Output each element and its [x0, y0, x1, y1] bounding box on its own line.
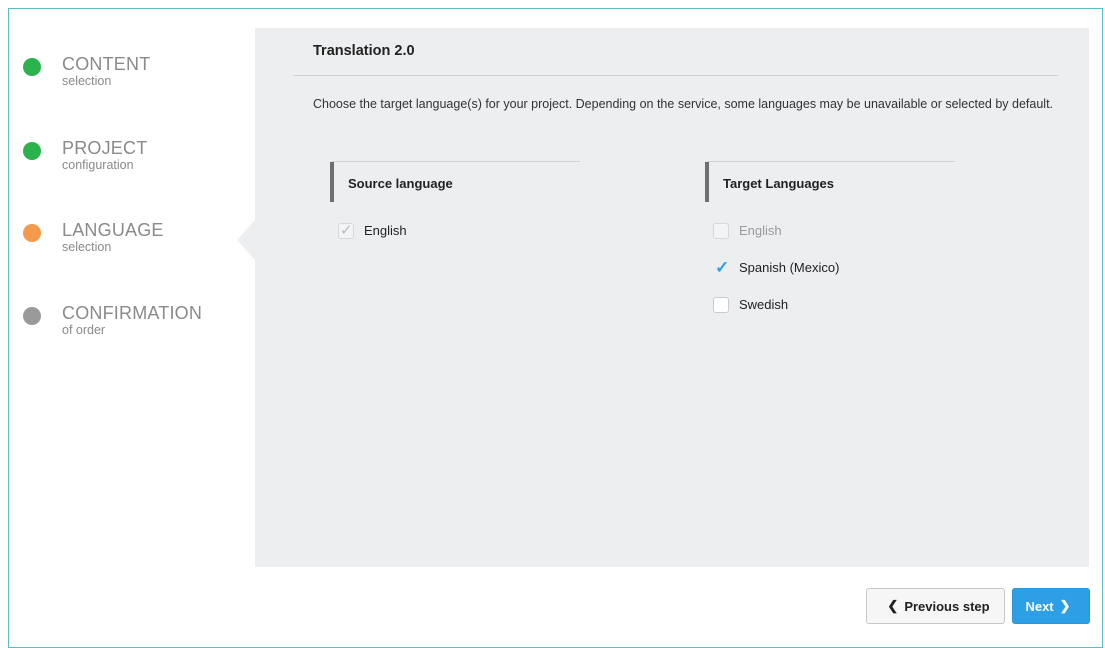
- step-project[interactable]: PROJECT configuration: [23, 137, 147, 172]
- option-label[interactable]: Swedish: [739, 297, 788, 312]
- step-title: CONTENT: [62, 54, 151, 74]
- check-icon: ✓: [340, 221, 353, 239]
- source-language-heading: Source language: [330, 162, 580, 202]
- previous-step-label: Previous step: [904, 598, 990, 614]
- target-languages-column: Target Languages English ✓ Spanish (Mexi…: [705, 161, 955, 323]
- target-option-swedish[interactable]: Swedish: [707, 286, 955, 323]
- step-subtitle: of order: [62, 323, 106, 337]
- wizard-frame: CONTENT selection PROJECT configuration …: [8, 8, 1103, 648]
- step-title: PROJECT: [62, 138, 148, 158]
- step-status-dot: [23, 224, 41, 242]
- next-label: Next: [1025, 598, 1054, 614]
- chevron-left-icon: ❮: [887, 598, 899, 613]
- step-confirmation[interactable]: CONFIRMATION of order: [23, 302, 202, 337]
- target-languages-heading: Target Languages: [705, 162, 955, 202]
- step-status-dot: [23, 58, 41, 76]
- target-option-english: English: [707, 212, 955, 249]
- step-content[interactable]: CONTENT selection: [23, 53, 150, 88]
- checkbox: ✓: [338, 221, 354, 239]
- option-label: English: [739, 223, 782, 238]
- source-option-english: ✓ English: [332, 212, 580, 249]
- step-title: CONFIRMATION: [62, 303, 203, 323]
- step-title: LANGUAGE: [62, 220, 164, 240]
- checkbox[interactable]: [713, 296, 729, 313]
- step-subtitle: configuration: [62, 158, 134, 172]
- step-status-dot: [23, 307, 41, 325]
- previous-step-button[interactable]: ❮ Previous step: [866, 588, 1005, 624]
- steps-sidebar: CONTENT selection PROJECT configuration …: [9, 9, 255, 647]
- chevron-right-icon: ❯: [1059, 598, 1071, 613]
- source-language-column: Source language ✓ English: [330, 161, 580, 249]
- step-subtitle: selection: [62, 74, 112, 88]
- option-label: English: [364, 223, 407, 238]
- step-status-dot: [23, 142, 41, 160]
- panel-title: Translation 2.0: [313, 43, 415, 59]
- step-subtitle: selection: [62, 240, 112, 254]
- checkbox: [713, 222, 729, 239]
- active-step-pointer: [237, 220, 255, 260]
- check-icon: ✓: [715, 257, 730, 277]
- panel-divider: [293, 75, 1058, 76]
- panel-description: Choose the target language(s) for your p…: [313, 97, 1054, 111]
- option-label[interactable]: Spanish (Mexico): [739, 260, 839, 275]
- target-option-spanish-mexico[interactable]: ✓ Spanish (Mexico): [707, 249, 955, 286]
- checkbox[interactable]: ✓: [713, 257, 730, 277]
- next-button[interactable]: Next ❯: [1012, 588, 1090, 624]
- language-panel: Translation 2.0 Choose the target langua…: [255, 28, 1089, 567]
- step-language[interactable]: LANGUAGE selection: [23, 219, 164, 254]
